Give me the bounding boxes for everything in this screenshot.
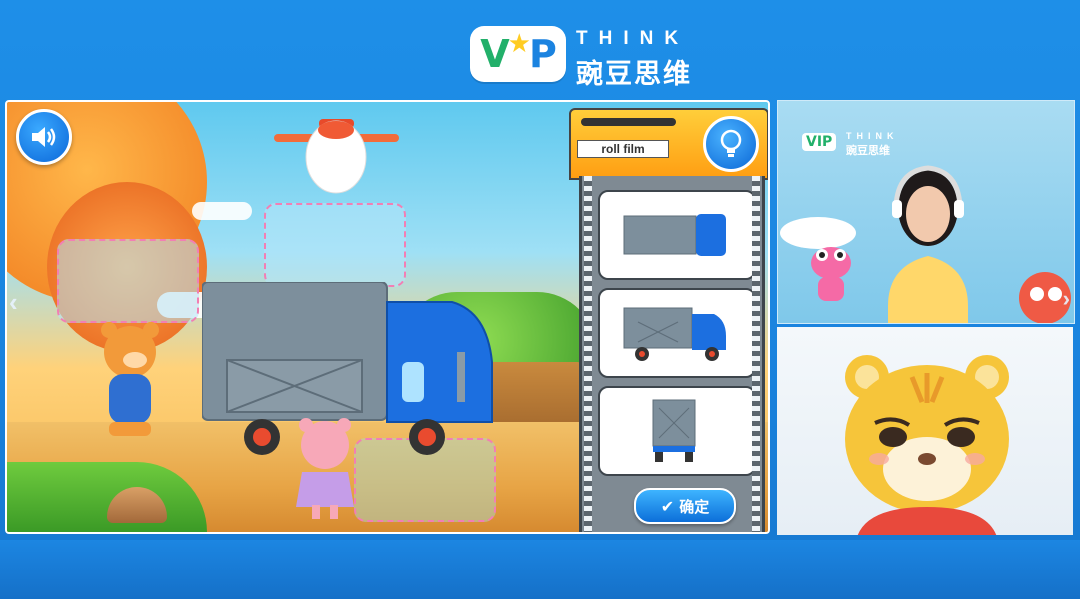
vip-badge: V ★ P bbox=[470, 26, 566, 82]
game-canvas[interactable]: ‹ roll film ✔ 确定 bbox=[5, 100, 770, 534]
drop-zone-top[interactable] bbox=[264, 203, 406, 287]
checkmark-icon: ✔ bbox=[660, 496, 675, 516]
logo-think-small: THINK bbox=[846, 131, 899, 141]
film-header: roll film bbox=[569, 108, 768, 180]
option-truck-back-view[interactable] bbox=[598, 386, 756, 476]
option-truck-top-view[interactable] bbox=[598, 190, 756, 280]
tiger-avatar bbox=[845, 355, 1009, 535]
confirm-label: 确定 bbox=[679, 497, 710, 516]
next-page-arrow[interactable]: › bbox=[1063, 286, 1070, 312]
film-label: roll film bbox=[577, 140, 669, 158]
frog-toy bbox=[811, 247, 851, 301]
prev-page-arrow[interactable]: ‹ bbox=[9, 287, 18, 318]
bottom-bar bbox=[0, 540, 1080, 599]
hint-button[interactable] bbox=[703, 116, 759, 172]
brand-logo: V ★ P THINK 豌豆思维 bbox=[470, 24, 730, 90]
pig-character bbox=[296, 418, 354, 519]
truck-side-view-icon bbox=[623, 307, 726, 361]
speaker-icon bbox=[32, 127, 56, 147]
bear-character bbox=[101, 322, 159, 436]
lightbulb-icon bbox=[720, 129, 742, 157]
logo-think-text: THINK bbox=[576, 28, 690, 49]
drop-zone-left[interactable] bbox=[57, 239, 199, 323]
cloud bbox=[192, 202, 252, 220]
film-handle bbox=[581, 118, 676, 126]
truck-back-view-icon bbox=[652, 399, 696, 462]
film-strip: ✔ 确定 bbox=[579, 176, 765, 532]
teacher-video: VIP THINK 豌豆思维 › bbox=[777, 100, 1075, 324]
confirm-button[interactable]: ✔ 确定 bbox=[634, 488, 736, 524]
truck-top-view-icon bbox=[623, 214, 726, 256]
airplane-view-icon bbox=[274, 119, 399, 194]
film-panel: roll film ✔ 确定 bbox=[569, 108, 768, 532]
teacher-backdrop-logo: VIP THINK 豌豆思维 bbox=[802, 131, 894, 157]
option-truck-side-view[interactable] bbox=[598, 288, 756, 378]
logo-chinese-text: 豌豆思维 bbox=[576, 59, 692, 90]
vip-badge-small: VIP bbox=[802, 133, 837, 151]
sound-button[interactable] bbox=[16, 109, 72, 165]
teacher-person bbox=[888, 165, 968, 323]
student-avatar-video bbox=[777, 327, 1073, 535]
